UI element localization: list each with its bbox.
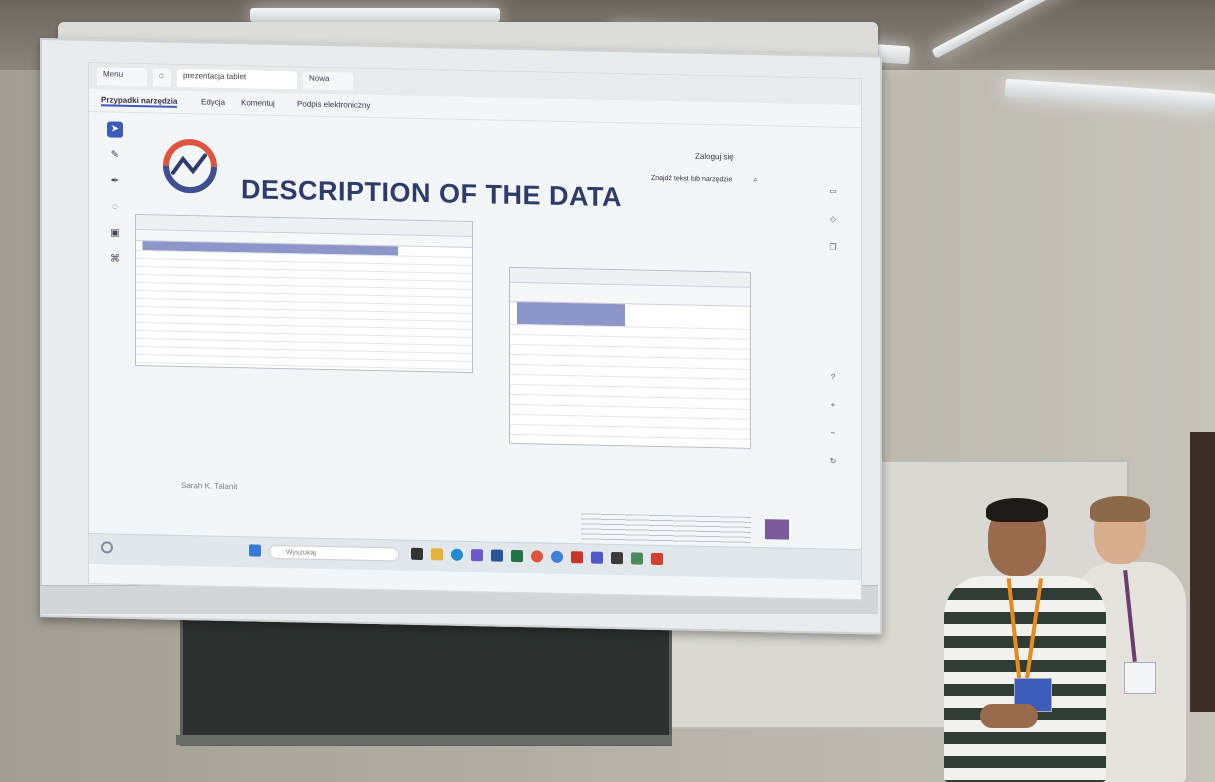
explorer-icon[interactable] (431, 548, 443, 561)
taskbar-search[interactable]: Wyszukaj (269, 544, 399, 562)
widgets-icon[interactable] (101, 541, 113, 554)
app-icon[interactable] (651, 552, 663, 566)
chalk-tray (176, 735, 672, 745)
left-tool-rail: ➤ ✎ ✒ ◌ ▣ ⌘ (107, 121, 129, 281)
rotate-icon[interactable]: ↻ (828, 457, 838, 467)
sign-in-button[interactable]: Zaloguj się (695, 152, 734, 162)
pdf-icon[interactable] (571, 551, 583, 564)
slide-footer-fineprint (581, 513, 751, 547)
teams-icon[interactable] (591, 551, 603, 564)
blackboard (180, 612, 672, 746)
hands (980, 704, 1038, 728)
comment-icon[interactable]: ✎ (107, 147, 123, 163)
logo-icon (163, 139, 217, 194)
sponsor-logo (765, 519, 789, 540)
chrome-icon[interactable] (531, 550, 543, 563)
door (1190, 432, 1215, 712)
slide-title: DESCRIPTION OF THE DATA (241, 174, 622, 213)
app-icon[interactable] (471, 549, 483, 562)
menu-item-comment[interactable]: Komentuj (241, 98, 275, 108)
tool-search-field[interactable]: Znajdź tekst lub narzędzie (651, 175, 732, 184)
excel-icon[interactable] (511, 549, 523, 563)
tab-menu[interactable]: Menu (97, 67, 147, 87)
help-icon[interactable]: ? (828, 373, 838, 383)
person-presenter (940, 498, 1110, 782)
word-icon[interactable] (491, 549, 503, 562)
home-icon[interactable]: ⌂ (153, 68, 171, 87)
start-icon[interactable] (249, 544, 261, 557)
export-icon[interactable]: ▭ (828, 187, 838, 197)
spreadsheet-screenshot (509, 266, 751, 449)
menu-item-edit[interactable]: Edycja (201, 97, 225, 107)
copy-icon[interactable]: ❐ (828, 243, 838, 253)
right-tool-rail: ▭ ◇ ❐ ? + − ↻ (825, 168, 841, 568)
ceiling-light (250, 8, 500, 22)
menu-item-signature[interactable]: Podpis elektroniczny (297, 99, 370, 110)
slide-footer-author: Sarah K. Talanit (181, 480, 238, 492)
zoom-out-icon[interactable]: − (828, 429, 838, 439)
pen-icon[interactable]: ✒ (107, 173, 123, 189)
lasso-icon[interactable]: ◌ (107, 199, 123, 215)
spreadsheet-screenshot (135, 213, 473, 374)
organize-icon[interactable]: ◇ (828, 215, 838, 225)
app-icon[interactable] (611, 551, 623, 565)
person-hair (986, 498, 1048, 522)
tab-document[interactable]: prezentacja tablet (177, 68, 297, 90)
projected-desktop: Menu ⌂ prezentacja tablet Nowa Przypadki… (88, 62, 862, 601)
cursor-icon[interactable]: ➤ (107, 121, 123, 138)
zoom-in-icon[interactable]: + (828, 401, 838, 411)
text-box-icon[interactable]: ▣ (107, 225, 123, 241)
id-badge (1124, 662, 1156, 694)
menu-item-tools[interactable]: Przypadki narzędzia (101, 95, 178, 108)
tab-new[interactable]: Nowa (303, 71, 353, 91)
taskview-icon[interactable] (411, 547, 423, 561)
app-icon[interactable] (551, 550, 563, 563)
edge-icon[interactable] (451, 548, 463, 561)
search-icon[interactable]: ⌕ (753, 175, 757, 185)
stamp-icon[interactable]: ⌘ (107, 251, 123, 267)
app-icon[interactable] (631, 552, 643, 565)
